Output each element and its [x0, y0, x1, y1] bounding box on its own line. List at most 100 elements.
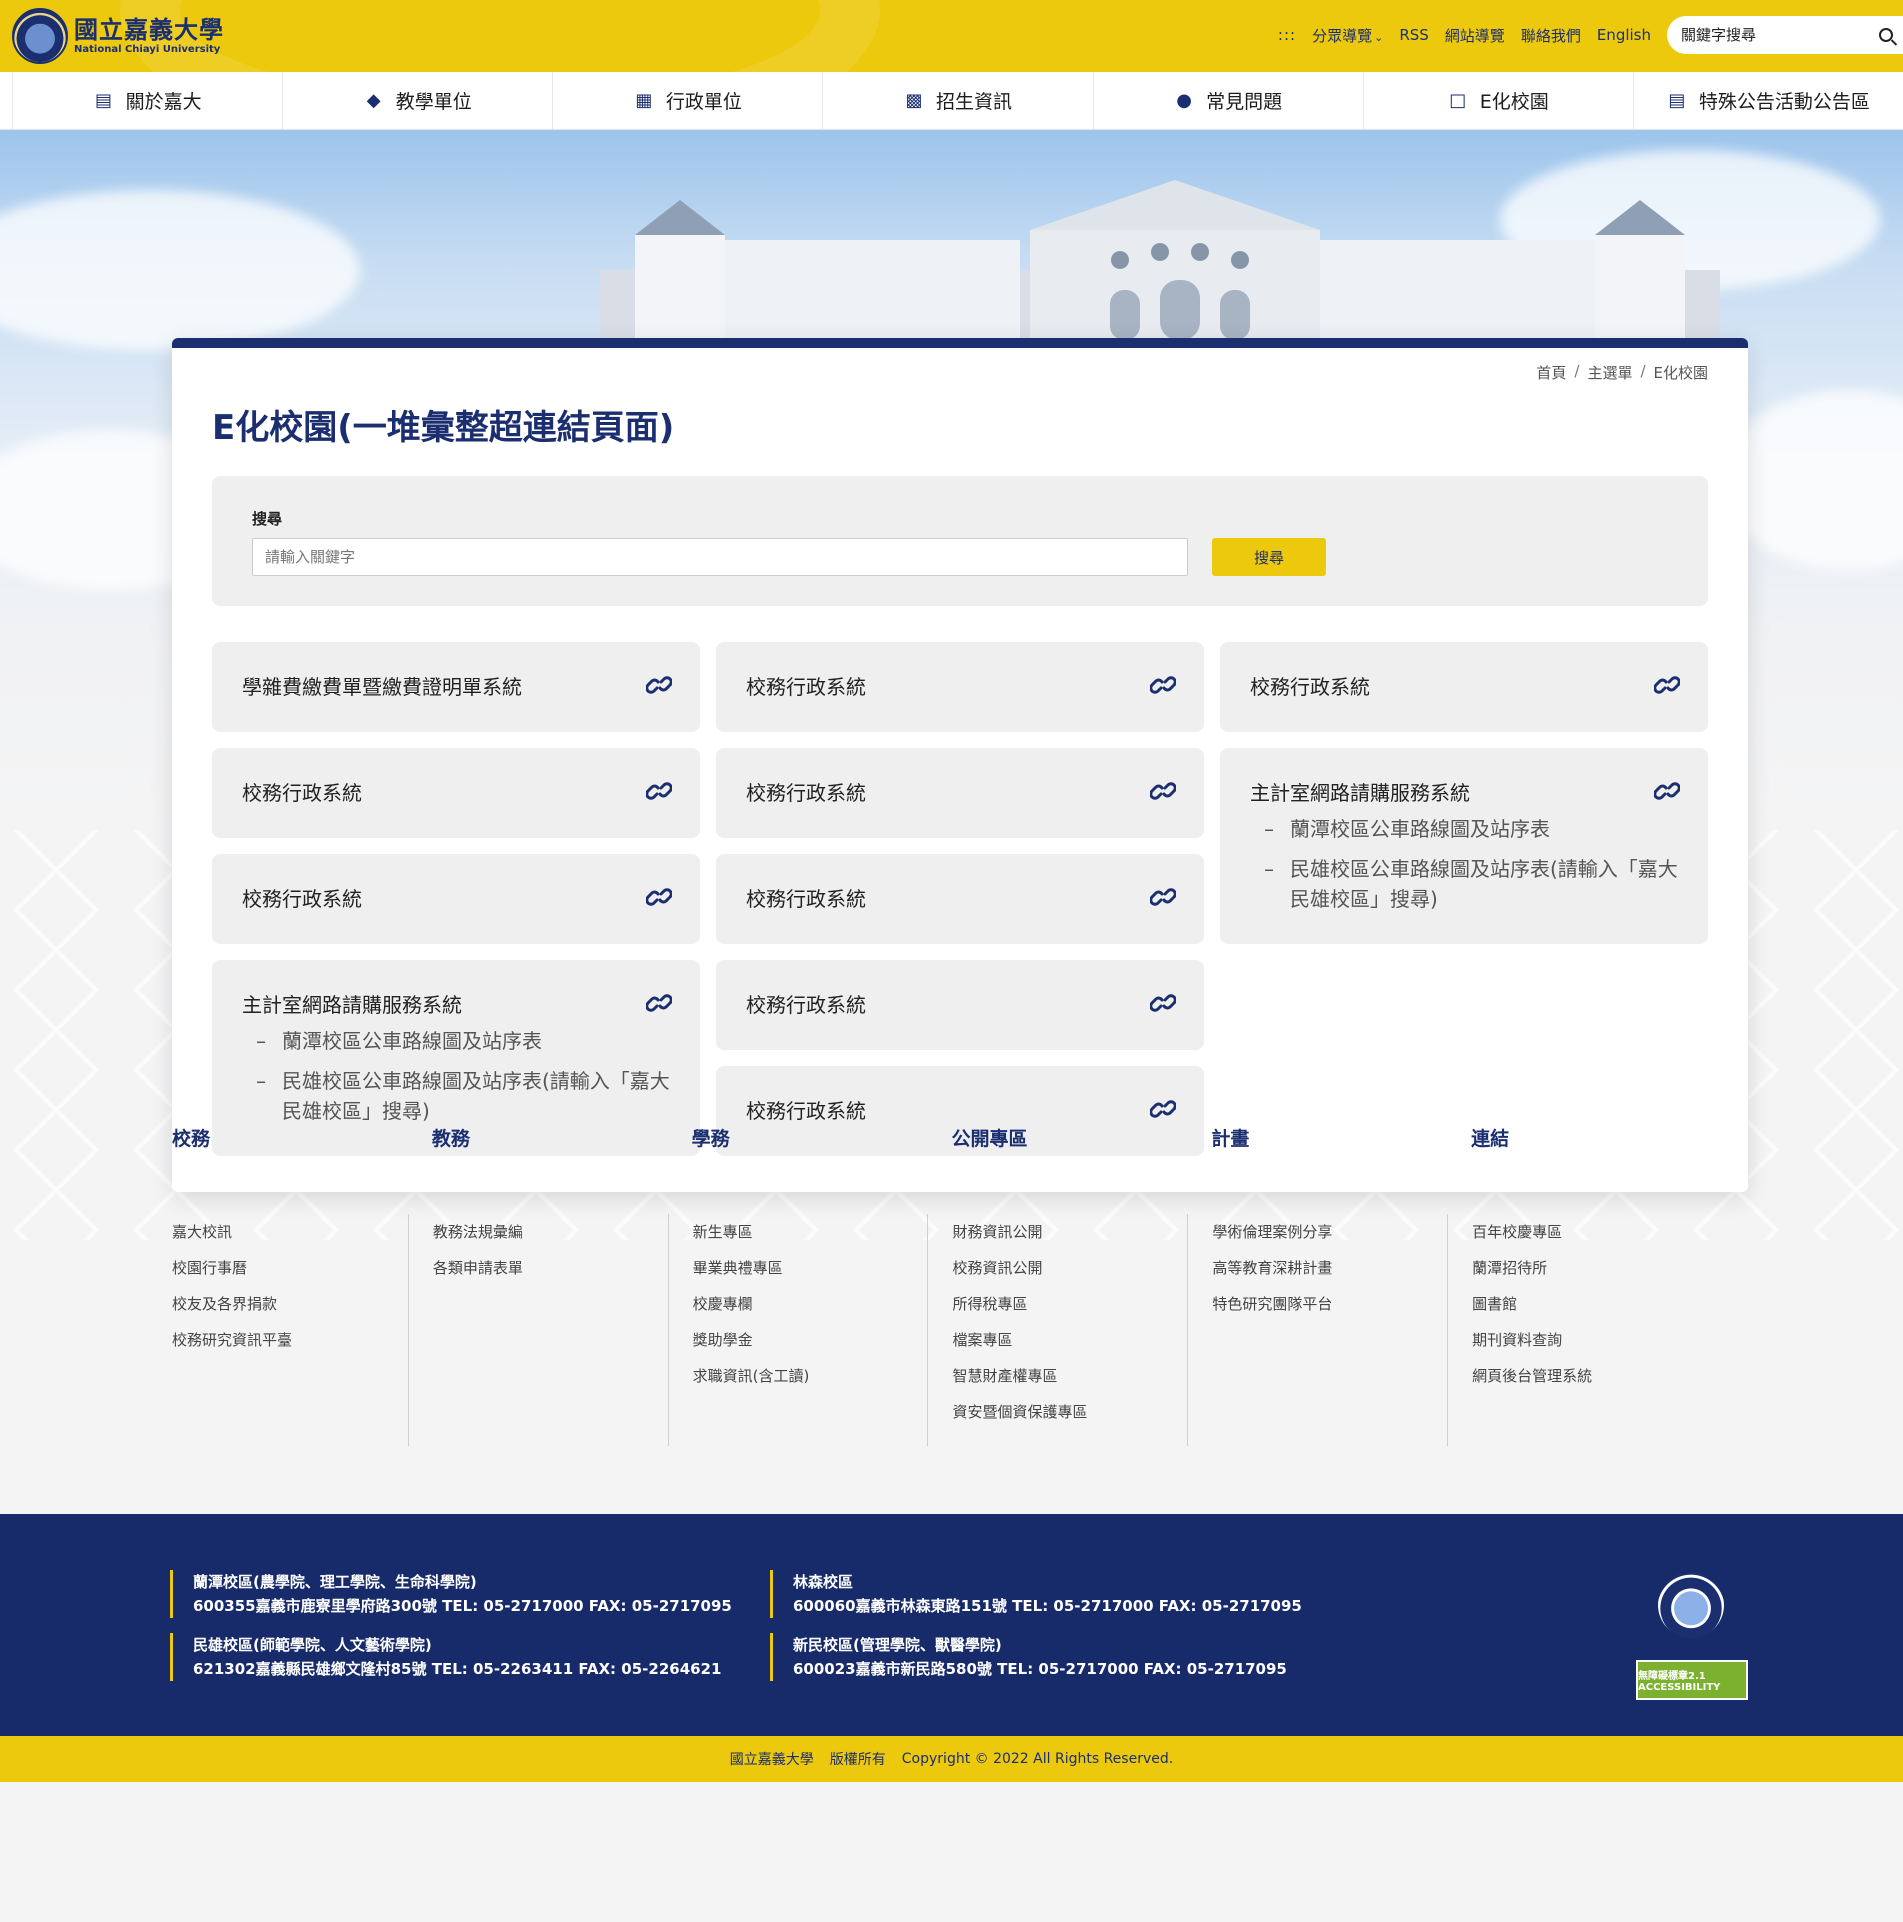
link-card-title: 校務行政系統: [746, 993, 866, 1017]
copyright-rights: 版權所有: [829, 1752, 886, 1768]
site-guide-link[interactable]: 網站導覽: [1445, 25, 1505, 46]
footer-link[interactable]: 教務法規彙編: [433, 1214, 692, 1250]
footer-column-links: 連結 百年校慶專區 蘭潭招待所 圖書館 期刊資料查詢 網頁後台管理系統: [1447, 1128, 1731, 1514]
audience-nav-dropdown[interactable]: 分眾導覽 ⌄: [1312, 25, 1383, 46]
question-chat-icon: ●: [1176, 90, 1192, 111]
link-card-subitem[interactable]: 民雄校區公車路線圖及站序表(請輸入「嘉大民雄校區」搜尋): [242, 1066, 670, 1126]
footer-link[interactable]: 校園行事曆: [172, 1250, 432, 1286]
university-seal-icon: [1658, 1572, 1724, 1638]
footer-link[interactable]: 百年校慶專區: [1472, 1214, 1731, 1250]
content-card: 首頁 / 主選單 / E化校園 E化校園(一堆彙整超連結頁面) 搜尋 搜尋 學雜…: [172, 338, 1748, 1192]
link-card[interactable]: 校務行政系統: [716, 642, 1204, 732]
footer-link[interactable]: 各類申請表單: [433, 1250, 692, 1286]
campus-name: 民雄校區(師範學院、人文藝術學院): [193, 1636, 432, 1654]
search-icon[interactable]: [1879, 28, 1893, 42]
nav-faq[interactable]: ● 常見問題: [1094, 72, 1364, 129]
nav-teaching-units[interactable]: ◆ 教學單位: [283, 72, 554, 129]
header-search-box: [1667, 16, 1903, 54]
campus-name: 林森校區: [793, 1573, 854, 1591]
header-search-input[interactable]: [1681, 26, 1879, 44]
link-chain-icon: [646, 992, 672, 1014]
link-card[interactable]: 校務行政系統: [212, 748, 700, 838]
search-panel: 搜尋 搜尋: [212, 476, 1708, 606]
rss-link[interactable]: RSS: [1399, 26, 1428, 44]
chevron-down-icon: ⌄: [1374, 30, 1384, 44]
footer-link[interactable]: 校慶專欄: [693, 1286, 952, 1322]
campus-info-minxiong: 民雄校區(師範學院、人文藝術學院) 621302嘉義縣民雄鄉文隆村85號 TEL…: [170, 1633, 721, 1681]
keyword-search-input[interactable]: [252, 538, 1188, 576]
link-card-title: 校務行政系統: [242, 781, 362, 805]
link-card-title: 校務行政系統: [242, 887, 362, 911]
footer-link[interactable]: 校務資訊公開: [952, 1250, 1211, 1286]
nav-admissions[interactable]: ▩ 招生資訊: [823, 72, 1094, 129]
nav-special-announcements[interactable]: ▤ 特殊公告活動公告區: [1634, 72, 1903, 129]
main-navigation: ▤ 關於嘉大 ◆ 教學單位 ▦ 行政單位 ▩ 招生資訊 ● 常見問題 □ E化校…: [0, 72, 1903, 130]
copyright-org: 國立嘉義大學: [729, 1752, 814, 1768]
nav-special-announcements-label: 特殊公告活動公告區: [1698, 91, 1870, 113]
footer-link[interactable]: 圖書館: [1472, 1286, 1731, 1322]
search-button[interactable]: 搜尋: [1212, 538, 1326, 576]
link-card-title: 主計室網路請購服務系統: [242, 993, 462, 1017]
link-card-title: 校務行政系統: [746, 675, 866, 699]
nav-admin-units[interactable]: ▦ 行政單位: [553, 72, 824, 129]
footer-link[interactable]: 校務研究資訊平臺: [172, 1322, 432, 1358]
breadcrumb-main-menu[interactable]: 主選單: [1587, 362, 1632, 383]
link-card-sublist: 蘭潭校區公車路線圖及站序表 民雄校區公車路線圖及站序表(請輸入「嘉大民雄校區」搜…: [1250, 814, 1678, 914]
footer-link[interactable]: 智慧財產權專區: [952, 1358, 1211, 1394]
breadcrumb-current: E化校園: [1653, 364, 1708, 382]
contact-link[interactable]: 聯絡我們: [1521, 25, 1581, 46]
footer-link[interactable]: 高等教育深耕計畫: [1212, 1250, 1471, 1286]
link-card-title: 主計室網路請購服務系統: [1250, 781, 1470, 805]
footer-link-columns: 校務 嘉大校訊 校園行事曆 校友及各界捐款 校務研究資訊平臺 教務 教務法規彙編…: [0, 1128, 1903, 1514]
link-card-subitem[interactable]: 民雄校區公車路線圖及站序表(請輸入「嘉大民雄校區」搜尋): [1250, 854, 1678, 914]
nav-teaching-units-label: 教學單位: [395, 91, 472, 113]
campus-building-illustration: [600, 180, 1720, 340]
footer-link[interactable]: 所得稅專區: [952, 1286, 1211, 1322]
footer-column-projects: 計畫 學術倫理案例分享 高等教育深耕計畫 特色研究團隊平台: [1187, 1128, 1471, 1514]
link-card[interactable]: 校務行政系統: [1220, 642, 1708, 732]
link-card[interactable]: 學雜費繳費單暨繳費證明單系統: [212, 642, 700, 732]
logo-chinese-name: 國立嘉義大學: [74, 15, 224, 45]
breadcrumb-home[interactable]: 首頁: [1536, 362, 1566, 383]
footer-link[interactable]: 檔案專區: [952, 1322, 1211, 1358]
link-chain-icon: [1150, 886, 1176, 908]
link-card-title: 校務行政系統: [746, 887, 866, 911]
link-card-subitem[interactable]: 蘭潭校區公車路線圖及站序表: [1250, 814, 1678, 844]
nav-faq-label: 常見問題: [1206, 91, 1283, 113]
footer-link[interactable]: 畢業典禮專區: [693, 1250, 952, 1286]
graduation-cap-icon: ◆: [366, 90, 381, 111]
link-card-subitem[interactable]: 蘭潭校區公車路線圖及站序表: [242, 1026, 670, 1056]
footer-link[interactable]: 新生專區: [693, 1214, 952, 1250]
footer-link[interactable]: 網頁後台管理系統: [1472, 1358, 1731, 1394]
nav-about[interactable]: ▤ 關於嘉大: [12, 72, 284, 129]
accessibility-badge[interactable]: 無障礙標章2.1 ACCESSIBILITY: [1636, 1660, 1748, 1700]
top-bar: 國立嘉義大學 National Chiayi University ::: 分眾…: [0, 0, 1903, 72]
link-card[interactable]: 校務行政系統: [716, 748, 1204, 838]
nav-admin-units-label: 行政單位: [665, 91, 742, 113]
footer-link[interactable]: 學術倫理案例分享: [1212, 1214, 1471, 1250]
footer-link[interactable]: 資安暨個資保護專區: [952, 1394, 1211, 1430]
footer-link[interactable]: 蘭潭招待所: [1472, 1250, 1731, 1286]
footer-link[interactable]: 財務資訊公開: [952, 1214, 1211, 1250]
link-card[interactable]: 校務行政系統: [212, 854, 700, 944]
footer-link[interactable]: 特色研究團隊平台: [1212, 1286, 1471, 1322]
footer-column-public-info: 公開專區 財務資訊公開 校務資訊公開 所得稅專區 檔案專區 智慧財產權專區 資安…: [927, 1128, 1211, 1514]
link-card[interactable]: 校務行政系統: [716, 854, 1204, 944]
english-link[interactable]: English: [1597, 26, 1651, 44]
nav-e-campus[interactable]: □ E化校園: [1364, 72, 1634, 129]
university-logo[interactable]: 國立嘉義大學 National Chiayi University: [12, 8, 224, 64]
footer-link[interactable]: 獎助學金: [693, 1322, 952, 1358]
campus-address: 600355嘉義市鹿寮里學府路300號 TEL: 05-2717000 FAX:…: [193, 1597, 732, 1615]
accesskey-link[interactable]: :::: [1278, 26, 1296, 44]
link-chain-icon: [1150, 1098, 1176, 1120]
link-card[interactable]: 主計室網路請購服務系統 蘭潭校區公車路線圖及站序表 民雄校區公車路線圖及站序表(…: [1220, 748, 1708, 944]
footer-link[interactable]: 求職資訊(含工讀): [693, 1358, 952, 1394]
link-card-title: 校務行政系統: [746, 781, 866, 805]
breadcrumb-separator: /: [1640, 362, 1646, 380]
footer-link[interactable]: 校友及各界捐款: [172, 1286, 432, 1322]
footer-link[interactable]: 期刊資料查詢: [1472, 1322, 1731, 1358]
nav-about-label: 關於嘉大: [125, 91, 202, 113]
footer-column-school-affairs: 校務 嘉大校訊 校園行事曆 校友及各界捐款 校務研究資訊平臺: [172, 1128, 432, 1514]
footer-link[interactable]: 嘉大校訊: [172, 1214, 432, 1250]
link-card[interactable]: 校務行政系統: [716, 960, 1204, 1050]
